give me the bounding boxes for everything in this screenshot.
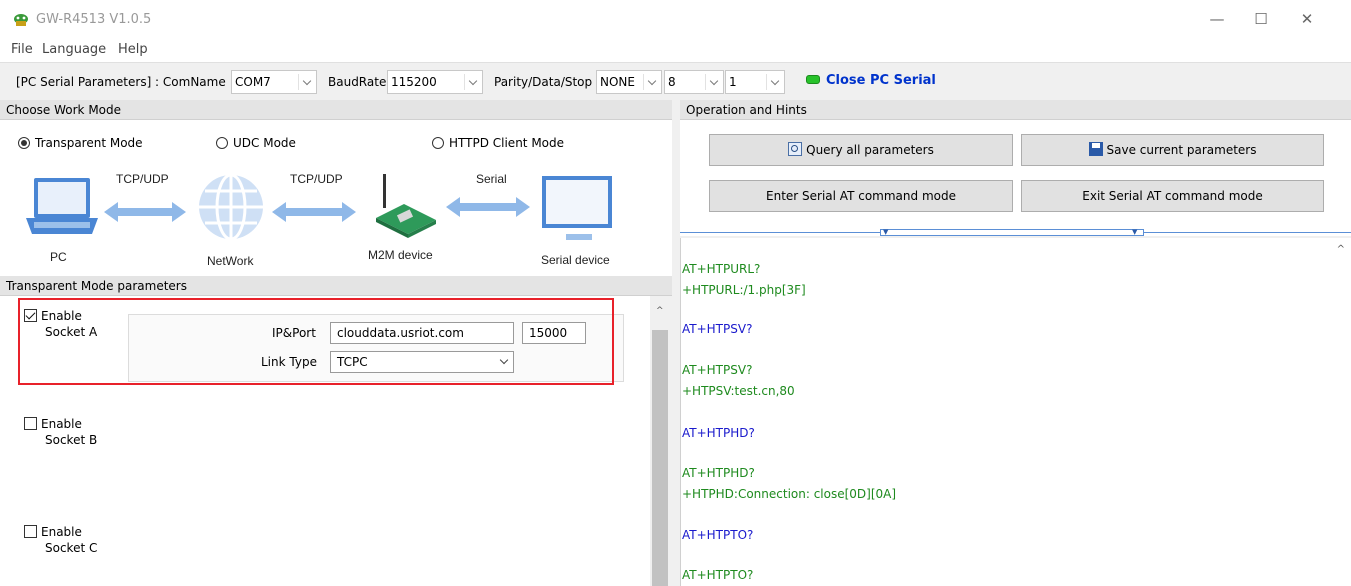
- stop-bits-select[interactable]: 1: [725, 70, 785, 94]
- checkbox-empty-icon: [24, 525, 37, 538]
- socket-b-checkbox[interactable]: Enable: [24, 417, 82, 431]
- work-mode-header: Choose Work Mode: [0, 100, 672, 120]
- highlight-box: [18, 298, 614, 385]
- floppy-disk-icon: [1088, 142, 1103, 156]
- data-bits-select[interactable]: 8: [664, 70, 724, 94]
- chevron-down-icon: [705, 74, 721, 90]
- socket-c-enable-label: Enable: [41, 525, 82, 539]
- save-current-parameters-button[interactable]: Save current parameters: [1021, 134, 1324, 166]
- operation-header: Operation and Hints: [680, 100, 1351, 120]
- com-name-select[interactable]: COM7: [231, 70, 317, 94]
- maximize-button[interactable]: ☐: [1246, 8, 1276, 30]
- console-line: AT+HTPHD?: [682, 426, 755, 440]
- menu-language[interactable]: Language: [42, 42, 106, 57]
- radio-label: HTTPD Client Mode: [449, 136, 565, 150]
- radio-empty-icon: [216, 137, 228, 149]
- magnifier-icon: [788, 142, 803, 156]
- enter-at-mode-button[interactable]: Enter Serial AT command mode: [709, 180, 1013, 212]
- globe-icon: [199, 173, 263, 241]
- menu-file[interactable]: File: [11, 42, 33, 57]
- radio-transparent-mode[interactable]: Transparent Mode: [18, 136, 143, 150]
- window-title: GW-R4513 V1.0.5: [36, 12, 152, 27]
- splitter-arrow-icon: ▼: [883, 228, 889, 236]
- console-line: +HTPHD:Connection: close[0D][0A]: [682, 487, 897, 501]
- socket-b-name: Socket B: [45, 433, 98, 447]
- exit-at-mode-button[interactable]: Exit Serial AT command mode: [1021, 180, 1324, 212]
- query-button-label: Query all parameters: [806, 143, 934, 157]
- console-line: +HTPSV:test.cn,80: [682, 384, 795, 398]
- diagram-link-label: Serial: [476, 172, 507, 186]
- baud-rate-select[interactable]: 115200: [387, 70, 483, 94]
- minimize-button[interactable]: —: [1202, 8, 1232, 30]
- parity-select[interactable]: NONE: [596, 70, 662, 94]
- m2m-device-icon: [376, 174, 436, 238]
- socket-c-name: Socket C: [45, 541, 98, 555]
- parity-value: NONE: [600, 75, 635, 89]
- serial-status-led-icon: [806, 75, 820, 84]
- diagram-link-label: TCP/UDP: [116, 172, 169, 186]
- diagram-node-label: PC: [50, 250, 67, 264]
- radio-empty-icon: [432, 137, 444, 149]
- params-scroll-thumb[interactable]: [652, 330, 668, 586]
- close-window-button[interactable]: ✕: [1292, 8, 1322, 30]
- stop-bits-value: 1: [729, 75, 737, 89]
- radio-httpd-client-mode[interactable]: HTTPD Client Mode: [432, 136, 564, 150]
- serial-section-label: [PC Serial Parameters] : ComName: [16, 75, 226, 89]
- radio-label: Transparent Mode: [35, 136, 143, 150]
- console-line: AT+HTPURL?: [682, 262, 761, 276]
- splitter-arrow-icon: ▼: [1132, 228, 1138, 236]
- double-arrow-icon: [272, 202, 356, 222]
- close-pc-serial-button[interactable]: Close PC Serial: [826, 73, 936, 88]
- diagram-node-label: Serial device: [541, 253, 610, 267]
- menu-help[interactable]: Help: [118, 42, 148, 57]
- serial-parameters-bar: [PC Serial Parameters] : ComName COM7 Ba…: [0, 62, 1351, 100]
- query-all-parameters-button[interactable]: Query all parameters: [709, 134, 1013, 166]
- diagram-node-label: NetWork: [207, 254, 254, 268]
- save-button-label: Save current parameters: [1106, 143, 1257, 157]
- scroll-up-icon[interactable]: ^: [1337, 244, 1345, 255]
- monitor-icon: [542, 176, 612, 240]
- console-line: AT+HTPHD?: [682, 466, 755, 480]
- double-arrow-icon: [446, 197, 530, 217]
- parity-data-stop-label: Parity/Data/Stop: [494, 75, 593, 89]
- radio-udc-mode[interactable]: UDC Mode: [216, 136, 296, 150]
- checkbox-empty-icon: [24, 417, 37, 430]
- chevron-down-icon: [766, 74, 782, 90]
- laptop-icon: [26, 178, 98, 234]
- diagram-link-label: TCP/UDP: [290, 172, 343, 186]
- chevron-down-icon: [464, 74, 480, 90]
- baud-rate-value: 115200: [391, 75, 437, 89]
- app-icon: [14, 14, 28, 26]
- data-bits-value: 8: [668, 75, 676, 89]
- console-line: AT+HTPTO?: [682, 568, 754, 582]
- title-bar: GW-R4513 V1.0.5 — ☐ ✕: [0, 0, 1351, 40]
- diagram-node-label: M2M device: [368, 248, 433, 262]
- menu-bar: File Language Help: [0, 40, 1351, 62]
- panel-splitter[interactable]: ▼ ▼: [680, 228, 1351, 238]
- chevron-down-icon: [643, 74, 659, 90]
- socket-b-enable-label: Enable: [41, 417, 82, 431]
- radio-selected-icon: [18, 137, 30, 149]
- scroll-up-icon[interactable]: ^: [656, 306, 664, 316]
- params-header: Transparent Mode parameters: [0, 276, 672, 296]
- radio-label: UDC Mode: [233, 136, 296, 150]
- double-arrow-icon: [104, 202, 186, 222]
- console-line: AT+HTPTO?: [682, 528, 754, 542]
- console-line: +HTPURL:/1.php[3F]: [682, 283, 806, 297]
- socket-c-checkbox[interactable]: Enable: [24, 525, 82, 539]
- chevron-down-icon: [298, 74, 314, 90]
- baud-rate-label: BaudRate: [328, 75, 387, 89]
- console-line: AT+HTPSV?: [682, 363, 753, 377]
- com-name-value: COM7: [235, 75, 271, 89]
- console-line: AT+HTPSV?: [682, 322, 753, 336]
